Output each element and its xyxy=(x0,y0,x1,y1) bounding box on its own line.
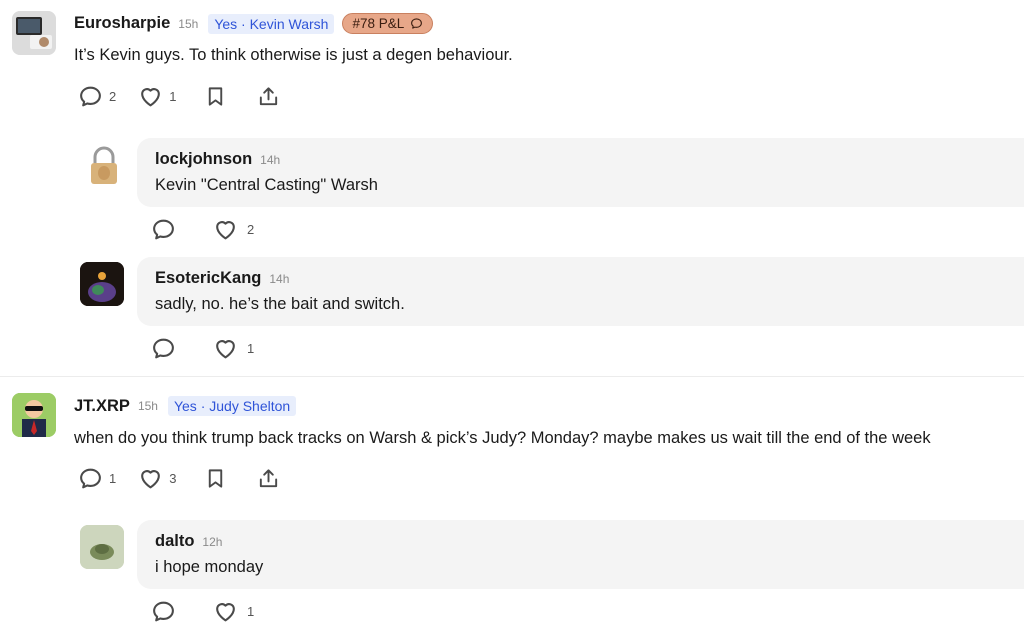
comment-text: when do you think trump back tracks on W… xyxy=(74,429,931,447)
like-button[interactable]: 3 xyxy=(138,466,176,491)
heart-icon xyxy=(213,336,238,361)
comment-icon xyxy=(151,336,176,361)
like-count: 3 xyxy=(169,471,177,486)
reply-actions: 1 xyxy=(151,336,254,361)
heart-icon xyxy=(138,84,163,109)
like-count: 1 xyxy=(247,341,255,356)
heart-icon xyxy=(213,599,238,624)
comment-actions: 2 1 xyxy=(78,84,280,109)
avatar[interactable] xyxy=(80,525,124,569)
reply-button[interactable] xyxy=(151,217,176,242)
reply-actions: 2 xyxy=(151,217,254,242)
reply-bubble: dalto 12h i hope monday xyxy=(137,520,1024,589)
comment-icon xyxy=(78,466,103,491)
reply-text: sadly, no. he’s the bait and switch. xyxy=(155,295,405,313)
timestamp: 14h xyxy=(269,271,290,286)
like-count: 1 xyxy=(247,604,255,619)
username[interactable]: Eurosharpie xyxy=(74,14,170,33)
username[interactable]: EsotericKang xyxy=(155,269,261,288)
avatar[interactable] xyxy=(12,11,56,55)
share-button[interactable] xyxy=(257,85,280,108)
like-button[interactable]: 2 xyxy=(213,217,254,242)
reply-count: 2 xyxy=(109,89,117,104)
bookmark-button[interactable] xyxy=(204,467,227,490)
like-count: 1 xyxy=(169,89,177,104)
reply-header: dalto 12h xyxy=(155,532,222,551)
timestamp: 14h xyxy=(260,152,281,167)
reply-button[interactable] xyxy=(151,336,176,361)
thread-divider xyxy=(0,376,1024,377)
reply-button[interactable]: 2 xyxy=(78,84,116,109)
comment-actions: 1 3 xyxy=(78,466,280,491)
like-button[interactable]: 1 xyxy=(213,336,254,361)
position-badge[interactable]: Yes · Judy Shelton xyxy=(167,396,297,416)
pnl-label: #78 P&L xyxy=(352,16,405,31)
username[interactable]: lockjohnson xyxy=(155,150,252,169)
reply-button[interactable] xyxy=(151,599,176,624)
username[interactable]: dalto xyxy=(155,532,194,551)
avatar[interactable] xyxy=(82,143,126,187)
timestamp: 15h xyxy=(137,399,158,413)
comment-icon xyxy=(151,599,176,624)
comment-header: Eurosharpie 15h Yes · Kevin Warsh #78 P&… xyxy=(74,13,434,34)
comment-header: JT.XRP 15h Yes · Judy Shelton xyxy=(74,396,297,416)
comment-text: It’s Kevin guys. To think otherwise is j… xyxy=(74,46,513,64)
like-count: 2 xyxy=(247,222,255,237)
like-button[interactable]: 1 xyxy=(213,599,254,624)
reply-bubble: EsotericKang 14h sadly, no. he’s the bai… xyxy=(137,257,1024,326)
comment-icon xyxy=(410,17,423,30)
reply-bubble: lockjohnson 14h Kevin "Central Casting" … xyxy=(137,138,1024,207)
reply-header: lockjohnson 14h xyxy=(155,150,280,169)
timestamp: 15h xyxy=(178,16,199,31)
bookmark-icon xyxy=(204,467,227,490)
reply-button[interactable]: 1 xyxy=(78,466,116,491)
avatar[interactable] xyxy=(80,262,124,306)
bookmark-icon xyxy=(204,85,227,108)
timestamp: 12h xyxy=(202,534,223,549)
reply-text: i hope monday xyxy=(155,558,264,576)
pnl-badge[interactable]: #78 P&L xyxy=(342,13,434,34)
reply-header: EsotericKang 14h xyxy=(155,269,289,288)
comment-icon xyxy=(78,84,103,109)
like-button[interactable]: 1 xyxy=(138,84,176,109)
share-button[interactable] xyxy=(257,467,280,490)
avatar[interactable] xyxy=(12,393,56,437)
share-icon xyxy=(257,85,280,108)
reply-count: 1 xyxy=(109,471,117,486)
comment-icon xyxy=(151,217,176,242)
share-icon xyxy=(257,467,280,490)
reply-actions: 1 xyxy=(151,599,254,624)
heart-icon xyxy=(138,466,163,491)
position-badge[interactable]: Yes · Kevin Warsh xyxy=(208,13,335,34)
reply-text: Kevin "Central Casting" Warsh xyxy=(155,176,378,194)
username[interactable]: JT.XRP xyxy=(74,397,130,416)
bookmark-button[interactable] xyxy=(204,85,227,108)
heart-icon xyxy=(213,217,238,242)
